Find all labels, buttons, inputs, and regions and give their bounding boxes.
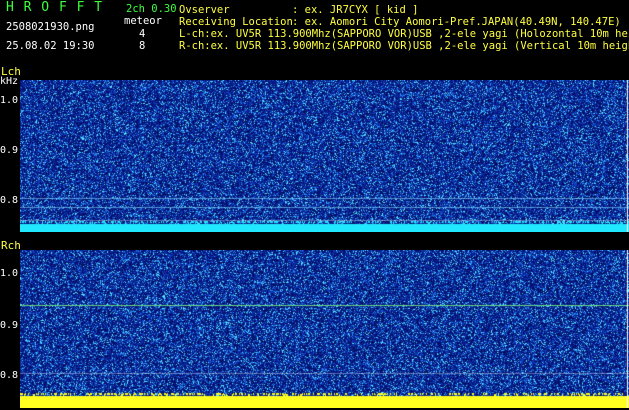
lch-receiver-info: L-ch:ex. UV5R 113.900Mhz(SAPPORO VOR)USB… bbox=[179, 28, 629, 40]
meteor-count-rch: 8 bbox=[139, 40, 146, 52]
hroft-window: H R O F F T 2ch 0.30 2508021930.png 25.0… bbox=[0, 0, 629, 410]
rch-y-label-0-8: 0.8 bbox=[0, 370, 19, 381]
lch-y-label-0-8: 0.8 bbox=[0, 195, 19, 206]
rch-y-label-1-0: 1.0 bbox=[0, 268, 19, 279]
meteor-count-lch: 4 bbox=[139, 28, 146, 40]
lch-unit-label: kHz bbox=[0, 76, 19, 87]
app-version: 2ch 0.30 bbox=[126, 3, 177, 15]
meteor-label: meteor bbox=[124, 15, 162, 27]
lch-waterfall bbox=[20, 80, 629, 232]
filename-label: 2508021930.png bbox=[6, 21, 95, 33]
observer-value: : ex. JR7CYX [ kid ] bbox=[292, 4, 419, 16]
location-value: : ex. Aomori City Aomori-Pref.JAPAN(40.4… bbox=[292, 16, 621, 28]
rch-y-label-0-9: 0.9 bbox=[0, 320, 19, 331]
rch-receiver-info: R-ch:ex. UV5R 113.900Mhz(SAPPORO VOR)USB… bbox=[179, 40, 629, 52]
rch-waterfall bbox=[20, 250, 629, 408]
datetime-label: 25.08.02 19:30 bbox=[6, 40, 95, 52]
app-brand: H R O F F T bbox=[6, 0, 104, 15]
rch-channel-label: Rch bbox=[1, 239, 21, 252]
observer-label: Ovserver bbox=[179, 4, 230, 16]
location-label: Receiving Location bbox=[179, 16, 293, 28]
lch-y-label-0-9: 0.9 bbox=[0, 145, 19, 156]
lch-y-label-1-0: 1.0 bbox=[0, 95, 19, 106]
